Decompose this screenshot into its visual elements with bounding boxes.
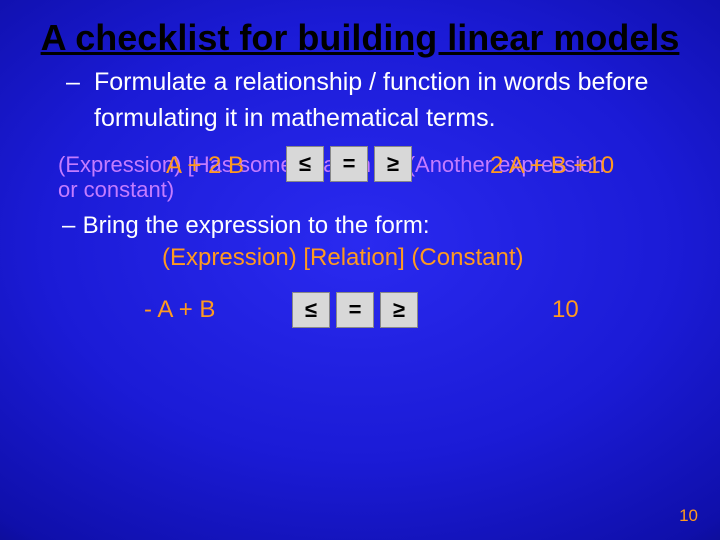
relation-boxes-bottom: ≤ = ≥ <box>292 292 418 328</box>
relation-boxes-top: ≤ = ≥ <box>286 146 412 182</box>
bullet-dash-icon: – <box>66 64 80 137</box>
slide: A checklist for building linear models –… <box>0 0 720 540</box>
bullet-dash-icon: – <box>62 212 76 240</box>
form-line: (Expression) [Relation] (Constant) <box>162 244 686 272</box>
final-right: 10 <box>552 296 579 324</box>
le-box-icon: ≤ <box>286 146 324 182</box>
final-left: - A + B <box>144 296 215 324</box>
final-row: - A + B ≤ = ≥ 10 <box>144 292 686 332</box>
bring-line: – Bring the expression to the form: <box>62 212 686 240</box>
eq-box-icon: = <box>330 146 368 182</box>
ge-box-icon: ≥ <box>374 146 412 182</box>
slide-title: A checklist for building linear models <box>34 18 686 58</box>
bullet-main-text: Formulate a relationship / function in w… <box>94 64 686 137</box>
eq-box-icon: = <box>336 292 374 328</box>
le-box-icon: ≤ <box>292 292 330 328</box>
bring-text: Bring the expression to the form: <box>83 212 430 239</box>
page-number: 10 <box>679 506 698 526</box>
expression-overlay: (Expression) [Has some relation to] (Ano… <box>58 150 686 206</box>
expression-left: A + 2 B <box>166 152 244 180</box>
bullet-main: – Formulate a relationship / function in… <box>66 64 686 137</box>
expression-right: 2 A + B +10 <box>490 152 614 180</box>
ge-box-icon: ≥ <box>380 292 418 328</box>
